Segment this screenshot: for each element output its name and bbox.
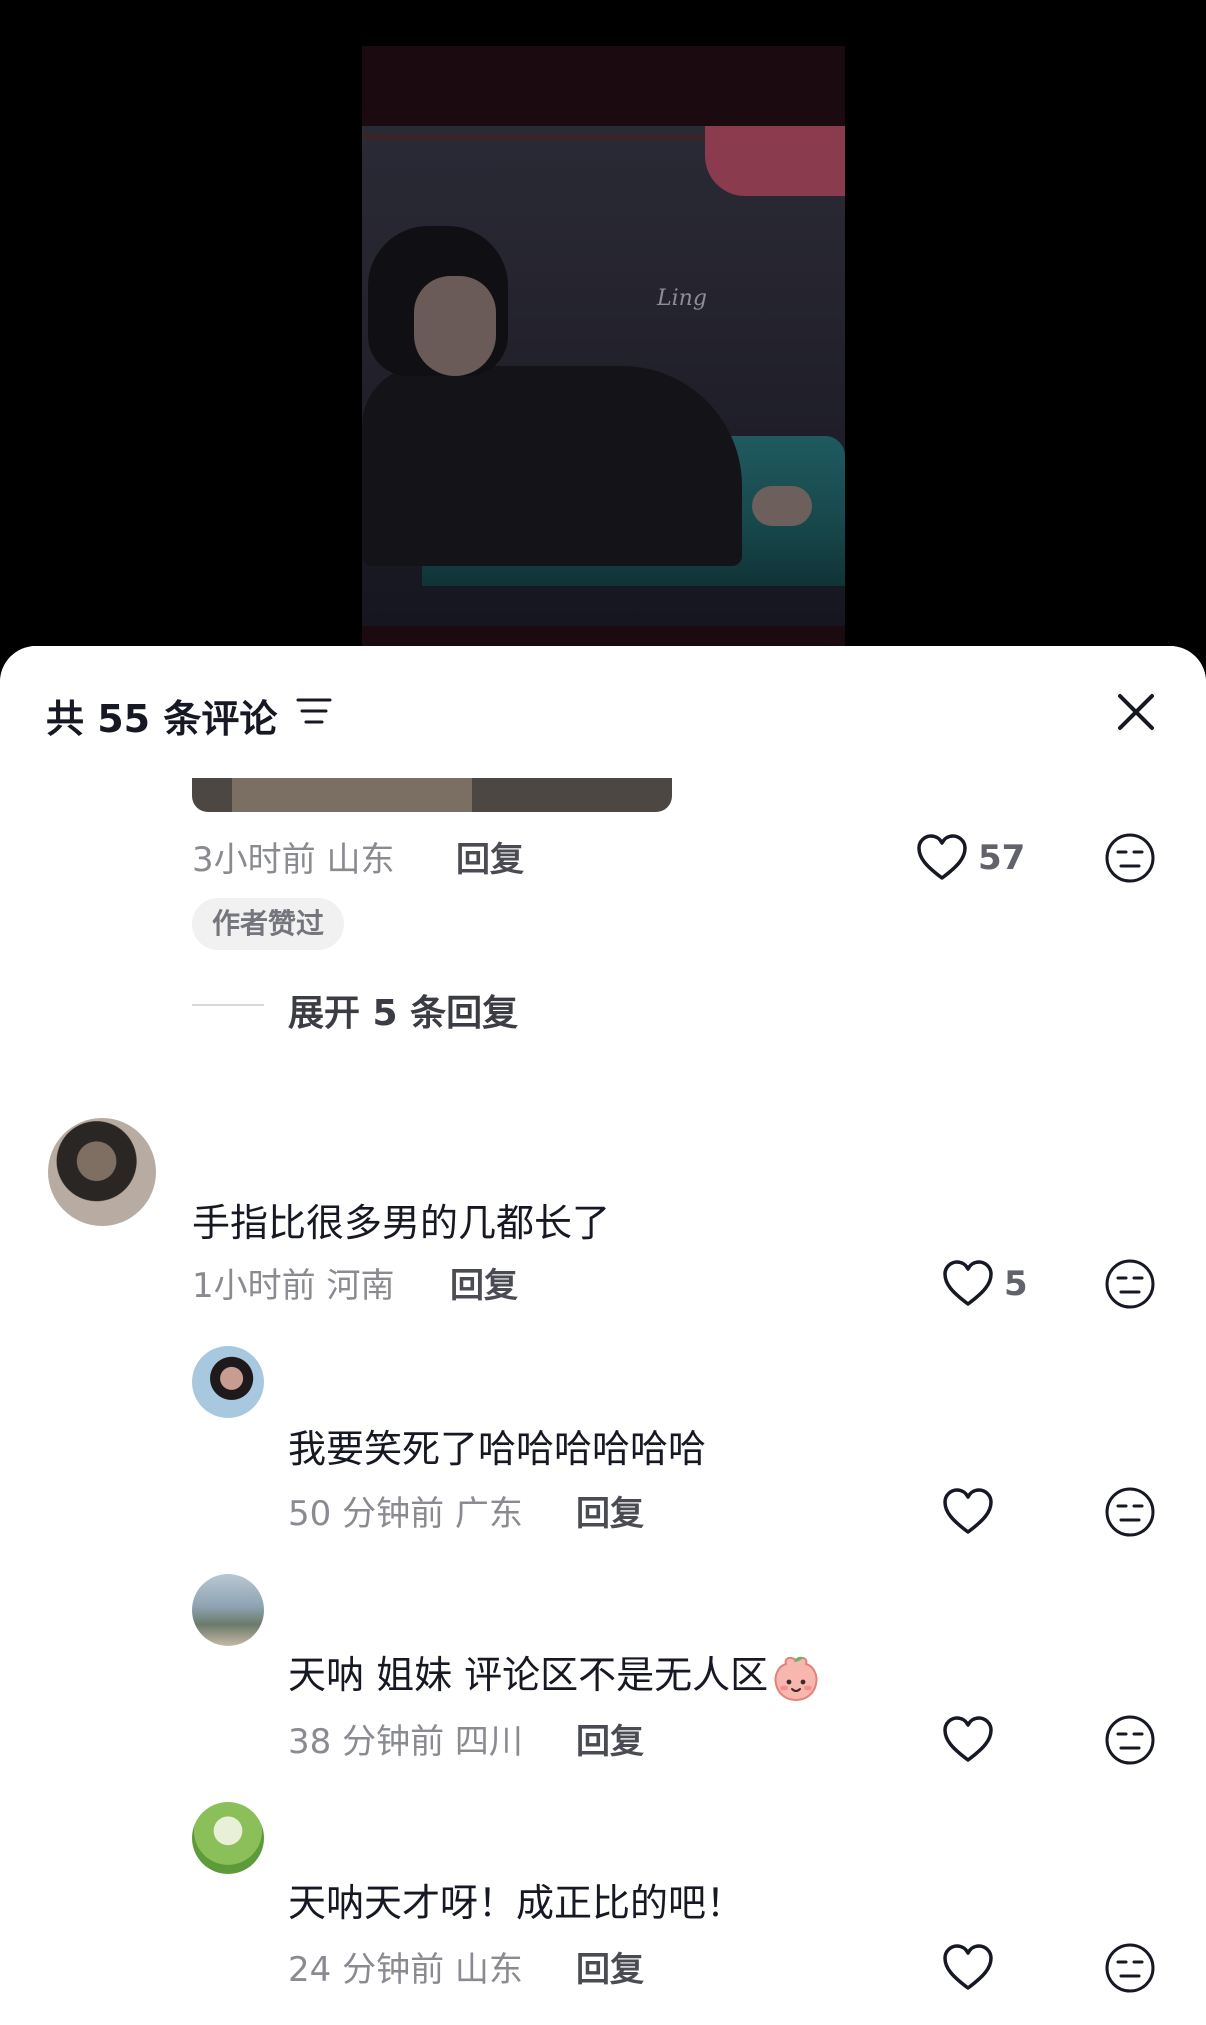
person-face bbox=[414, 276, 496, 376]
reply-button[interactable]: 回复 bbox=[576, 1942, 644, 1991]
comment-location: 河南 bbox=[326, 1266, 395, 1306]
comment-sheet: 共 55 条评论 3小时前 山东 回复 57 作者赞过 展开 5 条回复 手指比… bbox=[0, 646, 1206, 2025]
reply-button[interactable]: 回复 bbox=[450, 1258, 518, 1307]
headboard-detail bbox=[705, 126, 845, 196]
reply-time: 24 分钟前 bbox=[288, 1950, 445, 1990]
like-button[interactable] bbox=[942, 1716, 994, 1764]
reply-meta: 24 分钟前 山东 bbox=[288, 1942, 523, 1991]
like-count: 5 bbox=[1004, 1264, 1028, 1304]
expand-replies-button[interactable]: 展开 5 条回复 bbox=[288, 984, 518, 1036]
heart-icon bbox=[943, 1944, 993, 1990]
comment-image[interactable] bbox=[192, 778, 672, 812]
comment-time: 3小时前 bbox=[192, 840, 316, 880]
like-button[interactable] bbox=[942, 1944, 994, 1992]
like-button[interactable]: 5 bbox=[942, 1260, 1028, 1308]
author-liked-badge: 作者赞过 bbox=[192, 898, 345, 950]
comment-location: 山东 bbox=[326, 840, 395, 880]
reply-meta: 50 分钟前 广东 bbox=[288, 1486, 523, 1535]
reply-location: 四川 bbox=[454, 1722, 523, 1762]
like-count: 57 bbox=[978, 838, 1026, 878]
sort-icon[interactable] bbox=[296, 696, 332, 726]
expand-divider bbox=[192, 1004, 264, 1006]
heart-icon bbox=[943, 1488, 993, 1534]
comment-count-title: 共 55 条评论 bbox=[46, 697, 278, 741]
reply-text: 我要笑死了哈哈哈哈哈哈 bbox=[288, 1427, 707, 1471]
reply-button[interactable]: 回复 bbox=[576, 1714, 644, 1763]
heart-icon bbox=[917, 834, 967, 880]
comment-time: 1小时前 bbox=[192, 1266, 316, 1306]
comment-meta: 3小时前 山东 bbox=[192, 832, 394, 881]
avatar[interactable] bbox=[192, 1802, 264, 1874]
heart-icon bbox=[943, 1260, 993, 1306]
video-signature: Ling bbox=[657, 286, 707, 311]
dislike-icon[interactable] bbox=[1104, 1942, 1156, 1994]
like-button[interactable] bbox=[942, 1488, 994, 1536]
comment-sheet-header: 共 55 条评论 bbox=[0, 646, 1206, 774]
reply-time: 50 分钟前 bbox=[288, 1494, 445, 1534]
reply-meta: 38 分钟前 四川 bbox=[288, 1714, 523, 1763]
reply-button[interactable]: 回复 bbox=[456, 832, 524, 881]
comment-text: 手指比很多男的几都长了 bbox=[192, 1201, 611, 1245]
close-icon[interactable] bbox=[1108, 684, 1164, 740]
reply-button[interactable]: 回复 bbox=[576, 1486, 644, 1535]
person-hand bbox=[752, 486, 812, 526]
reply-text: 天呐天才呀！成正比的吧！ bbox=[288, 1881, 745, 1925]
avatar[interactable] bbox=[192, 1346, 264, 1418]
comment-meta: 1小时前 河南 bbox=[192, 1258, 394, 1307]
avatar[interactable] bbox=[48, 1118, 156, 1226]
dislike-icon[interactable] bbox=[1104, 832, 1156, 884]
dislike-icon[interactable] bbox=[1104, 1714, 1156, 1766]
video-frame[interactable]: Ling bbox=[362, 46, 845, 646]
person-body bbox=[362, 366, 742, 566]
avatar[interactable] bbox=[192, 1574, 264, 1646]
peach-emoji-icon bbox=[774, 1656, 818, 1701]
reply-location: 广东 bbox=[454, 1494, 523, 1534]
reply-location: 山东 bbox=[454, 1950, 523, 1990]
heart-icon bbox=[943, 1716, 993, 1762]
video-player[interactable]: Ling bbox=[0, 0, 1206, 690]
curtain-rod bbox=[362, 134, 732, 140]
like-button[interactable]: 57 bbox=[916, 834, 1025, 882]
dislike-icon[interactable] bbox=[1104, 1258, 1156, 1310]
dislike-icon[interactable] bbox=[1104, 1486, 1156, 1538]
reply-text-content: 天呐 姐妹 评论区不是无人区 bbox=[288, 1653, 769, 1697]
reply-text: 天呐 姐妹 评论区不是无人区 bbox=[288, 1644, 820, 1702]
reply-time: 38 分钟前 bbox=[288, 1722, 445, 1762]
